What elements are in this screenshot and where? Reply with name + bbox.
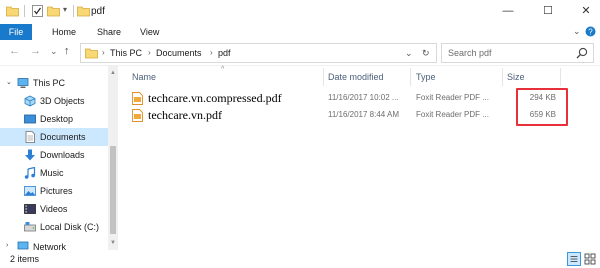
scroll-down-icon[interactable]: ▼ (108, 238, 118, 248)
close-button[interactable]: ✕ (572, 0, 600, 22)
sidebar-item-local-disk[interactable]: Local Disk (C:) (0, 218, 108, 236)
sidebar-item-label: Videos (40, 204, 68, 214)
file-date-modified: 11/16/2017 8:44 AM (328, 110, 400, 119)
drive-icon (24, 222, 36, 232)
sidebar-item-this-pc[interactable]: ⌄ This PC (0, 74, 108, 92)
folder-icon (85, 48, 98, 59)
tab-share[interactable]: Share (97, 24, 121, 40)
column-divider[interactable] (410, 68, 411, 86)
ribbon-tabs: File Home Share View ⌄ ? (0, 24, 600, 40)
sidebar-item-3d-objects[interactable]: 3D Objects (0, 92, 108, 110)
sidebar-item-videos[interactable]: Videos (0, 200, 108, 218)
chevron-down-icon[interactable]: ⌄ (6, 78, 12, 86)
status-bar: 2 items (0, 250, 600, 268)
sidebar-item-downloads[interactable]: Downloads (0, 146, 108, 164)
column-header-name[interactable]: Name (132, 72, 156, 82)
sidebar-item-label: Downloads (40, 150, 85, 160)
chevron-right-icon[interactable]: › (6, 242, 8, 249)
3d-objects-icon (24, 95, 36, 107)
sidebar-item-label: Desktop (40, 114, 74, 124)
search-input[interactable]: Search pdf (448, 48, 492, 58)
navigation-pane: ⌄ This PC 3D Objects Desktop Documents D… (0, 66, 118, 250)
sort-ascending-icon: ^ (221, 66, 225, 73)
computer-icon (17, 78, 29, 88)
sidebar-item-music[interactable]: Music (0, 164, 108, 182)
pdf-file-icon (132, 109, 143, 122)
address-row: ← → ⌄ ↑ › This PC › Documents › pdf ⌄ ↻ … (0, 40, 600, 66)
breadcrumb-this-pc[interactable]: This PC (110, 48, 142, 58)
search-icon[interactable] (576, 47, 588, 59)
navigation-scrollbar[interactable]: ▲ ▼ (108, 66, 118, 250)
column-header-size[interactable]: Size (507, 72, 525, 82)
details-view-icon[interactable] (567, 252, 581, 266)
window-title: pdf (91, 6, 105, 17)
column-divider[interactable] (502, 68, 503, 86)
pdf-file-icon (132, 92, 143, 105)
svg-text:?: ? (588, 27, 593, 36)
forward-button[interactable]: → (30, 45, 41, 57)
tab-home[interactable]: Home (52, 24, 76, 40)
sidebar-item-documents[interactable]: Documents (0, 128, 108, 146)
search-box[interactable]: Search pdf (441, 43, 594, 63)
file-type: Foxit Reader PDF ... (416, 93, 489, 102)
chevron-down-icon[interactable]: ⌄ (573, 26, 581, 37)
large-icons-view-icon[interactable] (583, 252, 597, 266)
file-type: Foxit Reader PDF ... (416, 110, 489, 119)
music-icon (24, 167, 36, 179)
item-count: 2 items (10, 254, 40, 264)
refresh-button[interactable]: ↻ (422, 48, 430, 59)
sidebar-item-pictures[interactable]: Pictures (0, 182, 108, 200)
sidebar-item-label: Network (33, 242, 67, 250)
properties-icon[interactable] (31, 5, 44, 17)
chevron-right-icon[interactable]: › (102, 48, 105, 57)
maximize-button[interactable]: ☐ (534, 0, 562, 22)
column-divider[interactable] (323, 68, 324, 86)
tab-view[interactable]: View (140, 24, 159, 40)
chevron-right-icon[interactable]: › (210, 48, 213, 57)
sidebar-item-label: Local Disk (C:) (40, 222, 100, 232)
sidebar-item-label: Documents (40, 132, 86, 142)
sidebar-item-network[interactable]: › Network (0, 238, 108, 250)
new-folder-icon[interactable] (47, 5, 60, 17)
column-divider[interactable] (560, 68, 561, 86)
file-name[interactable]: techcare.vn.compressed.pdf (148, 91, 282, 106)
network-icon (17, 241, 29, 250)
sidebar-item-desktop[interactable]: Desktop (0, 110, 108, 128)
up-button[interactable]: ↑ (64, 45, 70, 57)
address-dropdown-button[interactable]: ⌄ (405, 48, 413, 59)
sidebar-item-label: Music (40, 168, 64, 178)
sidebar-item-label: This PC (33, 78, 66, 88)
videos-icon (24, 204, 36, 214)
column-header-date-modified[interactable]: Date modified (328, 72, 384, 82)
column-header-type[interactable]: Type (416, 72, 436, 82)
breadcrumb-documents[interactable]: Documents (156, 48, 202, 58)
documents-icon (25, 131, 35, 143)
file-name[interactable]: techcare.vn.pdf (148, 108, 222, 123)
folder-icon (77, 6, 90, 17)
tab-file[interactable]: File (0, 24, 32, 40)
title-separator (73, 5, 74, 17)
help-icon[interactable]: ? (585, 26, 596, 37)
pictures-icon (24, 186, 36, 196)
breadcrumb-pdf[interactable]: pdf (218, 48, 231, 58)
scrollbar-thumb[interactable] (110, 146, 116, 234)
chevron-right-icon[interactable]: › (148, 48, 151, 57)
title-separator (24, 5, 25, 17)
file-date-modified: 11/16/2017 10:02 ... (328, 93, 399, 102)
minimize-button[interactable]: — (494, 0, 522, 22)
title-bar: ▾ pdf — ☐ ✕ (0, 0, 600, 24)
folder-icon (6, 6, 19, 17)
sidebar-item-label: Pictures (40, 186, 73, 196)
sidebar-item-label: 3D Objects (40, 96, 85, 106)
customize-quick-access-icon[interactable]: ▾ (63, 5, 67, 14)
back-button[interactable]: ← (9, 45, 20, 57)
desktop-icon (24, 114, 36, 124)
scroll-up-icon[interactable]: ▲ (108, 68, 118, 78)
downloads-icon (25, 149, 35, 161)
recent-locations-button[interactable]: ⌄ (50, 46, 58, 57)
address-bar[interactable]: › This PC › Documents › pdf ⌄ ↻ (80, 43, 437, 63)
size-highlight-annotation (516, 88, 568, 126)
